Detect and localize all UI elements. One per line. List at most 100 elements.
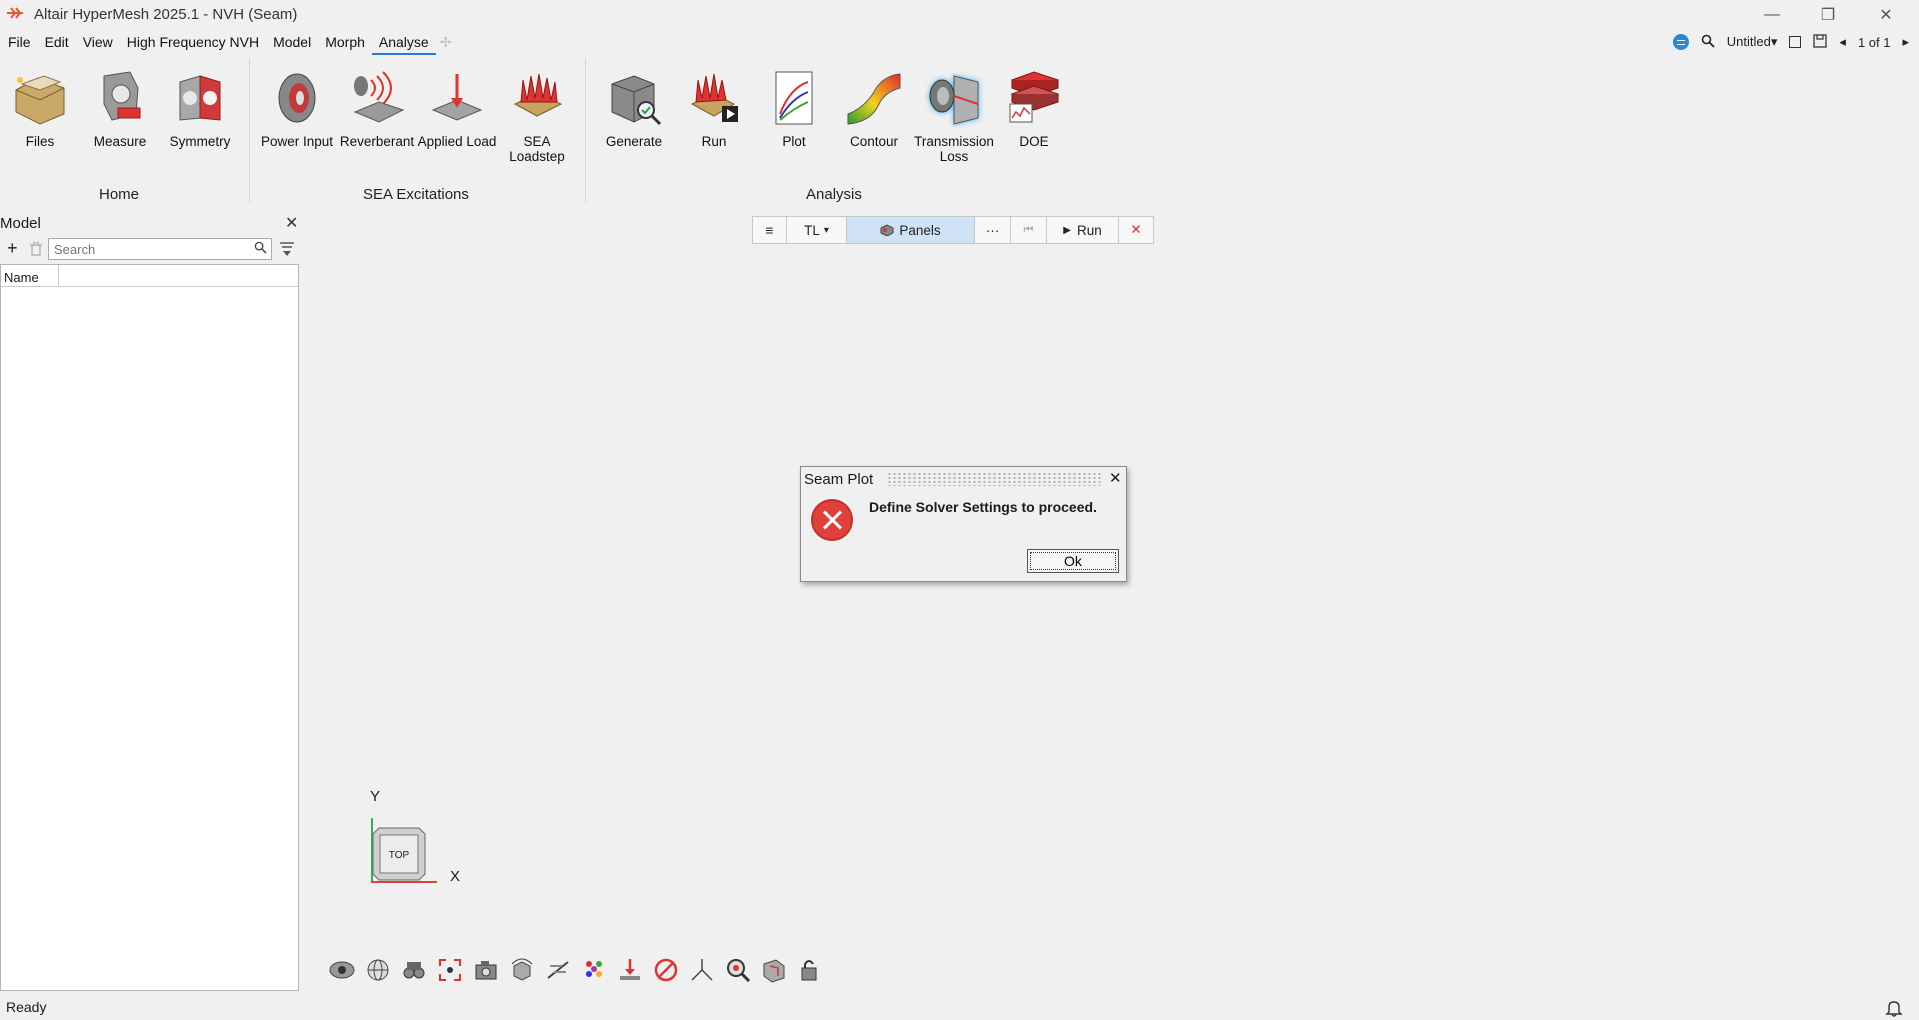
add-ribbon-icon[interactable]: ✢ [440, 34, 452, 51]
svg-text:..: .. [112, 122, 118, 128]
menu-high-frequency-nvh[interactable]: High Frequency NVH [120, 29, 266, 55]
contour-icon [847, 73, 901, 125]
column-divider[interactable] [58, 265, 59, 287]
search-icon [254, 241, 267, 254]
x-axis-label: X [450, 868, 461, 885]
no-display-icon[interactable] [652, 956, 680, 984]
model-search-input[interactable] [48, 238, 272, 260]
page-prev-icon[interactable]: ◂ [1839, 34, 1846, 50]
doe-label: DOE [1019, 134, 1049, 149]
camera-icon[interactable] [472, 956, 500, 984]
ribbon: ... Files .. Measure Symmetry Home Power… [0, 58, 1919, 208]
plot-icon [775, 71, 813, 125]
doe-tool[interactable]: DOE [994, 68, 1074, 149]
run-icon [690, 73, 738, 122]
window-layout-icon[interactable] [1789, 36, 1802, 48]
close-toolbar-button[interactable]: ✕ [1119, 217, 1153, 243]
binoculars-icon[interactable] [400, 956, 428, 984]
error-icon [811, 499, 853, 541]
run-tool[interactable]: Run [674, 68, 754, 149]
graphics-toolbar: ≡ TL ▾ Panels ··· ⏮ ▶ Run ✕ [752, 216, 1154, 244]
visualization-eye-icon[interactable] [328, 956, 356, 984]
measure-tool[interactable]: .. Measure [80, 68, 160, 149]
panels-icon [880, 224, 894, 236]
title-bar: Altair HyperMesh 2025.1 - NVH (Seam) [0, 0, 1919, 29]
transmission-loss-tool[interactable]: Transmission Loss [914, 68, 994, 164]
filter-icon[interactable] [280, 241, 294, 257]
menu-edit[interactable]: Edit [38, 29, 76, 55]
view-cube[interactable]: TOP [371, 826, 427, 882]
group-label-sea-excitations: SEA Excitations [363, 186, 469, 203]
toolbar-menu-button[interactable]: ≡ [753, 217, 787, 243]
restore-button[interactable]: ❐ [1800, 0, 1856, 29]
transmission-loss-label: Transmission Loss [914, 134, 994, 164]
lock-icon[interactable] [796, 956, 824, 984]
generate-icon [611, 75, 662, 126]
column-name-header[interactable]: Name [4, 270, 39, 285]
transmission-loss-icon [929, 75, 979, 125]
loadstep-icon [513, 73, 563, 117]
play-icon: ▶ [1063, 224, 1071, 236]
model-view-icon[interactable] [760, 956, 788, 984]
axis-triad-icon[interactable] [688, 956, 716, 984]
plot-tool[interactable]: Plot [754, 68, 834, 149]
dialog-message: Define Solver Settings to proceed. [869, 499, 1097, 515]
files-tool[interactable]: ... Files [0, 68, 80, 149]
view-cube-face[interactable]: TOP [389, 850, 410, 861]
minimize-button[interactable]: — [1744, 0, 1800, 29]
more-options-button[interactable]: ··· [975, 217, 1011, 243]
y-axis-label: Y [370, 788, 381, 805]
menu-file[interactable]: File [0, 29, 38, 55]
reverberant-label: Reverberant [339, 134, 415, 149]
close-window-button[interactable]: ✕ [1858, 0, 1914, 29]
power-input-tool[interactable]: Power Input [257, 68, 337, 149]
seam-plot-dialog: Seam Plot ✕ Define Solver Settings to pr… [800, 466, 1127, 582]
reverberant-tool[interactable]: Reverberant [337, 68, 417, 149]
add-icon[interactable]: + [7, 238, 18, 259]
altair-logo-icon [6, 5, 26, 25]
doe-icon [1009, 71, 1060, 123]
zoom-icon[interactable] [724, 956, 752, 984]
symmetry-tool[interactable]: Symmetry [160, 68, 240, 149]
ok-button[interactable]: Ok [1027, 549, 1119, 573]
fit-view-icon[interactable] [436, 956, 464, 984]
status-text: Ready [6, 999, 47, 1015]
applied-load-tool[interactable]: Applied Load [417, 68, 497, 149]
page-indicator: 1 of 1 [1857, 34, 1891, 50]
dialog-drag-handle[interactable] [887, 472, 1101, 486]
save-session-icon[interactable] [1813, 33, 1828, 51]
globe-icon[interactable] [364, 956, 392, 984]
close-model-browser-icon[interactable]: ✕ [285, 213, 298, 233]
menu-analyse[interactable]: Analyse [371, 29, 436, 55]
document-selector[interactable]: Untitled▾ [1727, 34, 1778, 50]
menu-morph[interactable]: Morph [318, 29, 372, 55]
delete-icon[interactable] [30, 242, 42, 256]
dialog-close-icon[interactable]: ✕ [1109, 469, 1122, 487]
sea-loadstep-tool[interactable]: SEA Loadstep [497, 68, 577, 164]
files-label: Files [25, 134, 55, 149]
rotate-view-icon[interactable] [508, 956, 536, 984]
panels-button[interactable]: Panels [847, 217, 975, 243]
bottom-view-toolbar [328, 956, 824, 984]
section-cut-icon[interactable] [544, 956, 572, 984]
first-step-button[interactable]: ⏮ [1011, 217, 1047, 243]
status-bar: Ready [0, 996, 1919, 1020]
color-palette-icon[interactable] [580, 956, 608, 984]
load-display-icon[interactable] [616, 956, 644, 984]
mode-dropdown[interactable]: TL ▾ [787, 217, 847, 243]
search-icon[interactable] [1701, 34, 1715, 51]
contour-label: Contour [849, 134, 899, 149]
page-next-icon[interactable]: ▸ [1902, 34, 1909, 50]
chat-icon[interactable] [1672, 34, 1689, 50]
document-name: Untitled [1726, 34, 1771, 49]
reverberant-icon [353, 71, 405, 123]
menu-view[interactable]: View [76, 29, 120, 55]
group-label-home: Home [99, 186, 140, 203]
svg-text:...: ... [30, 122, 38, 128]
generate-tool[interactable]: Generate [594, 68, 674, 149]
menu-model[interactable]: Model [266, 29, 318, 55]
model-tree[interactable]: Name [0, 264, 299, 991]
run-button[interactable]: ▶ Run [1047, 217, 1119, 243]
notification-bell-icon[interactable] [1885, 999, 1903, 1017]
contour-tool[interactable]: Contour [834, 68, 914, 149]
